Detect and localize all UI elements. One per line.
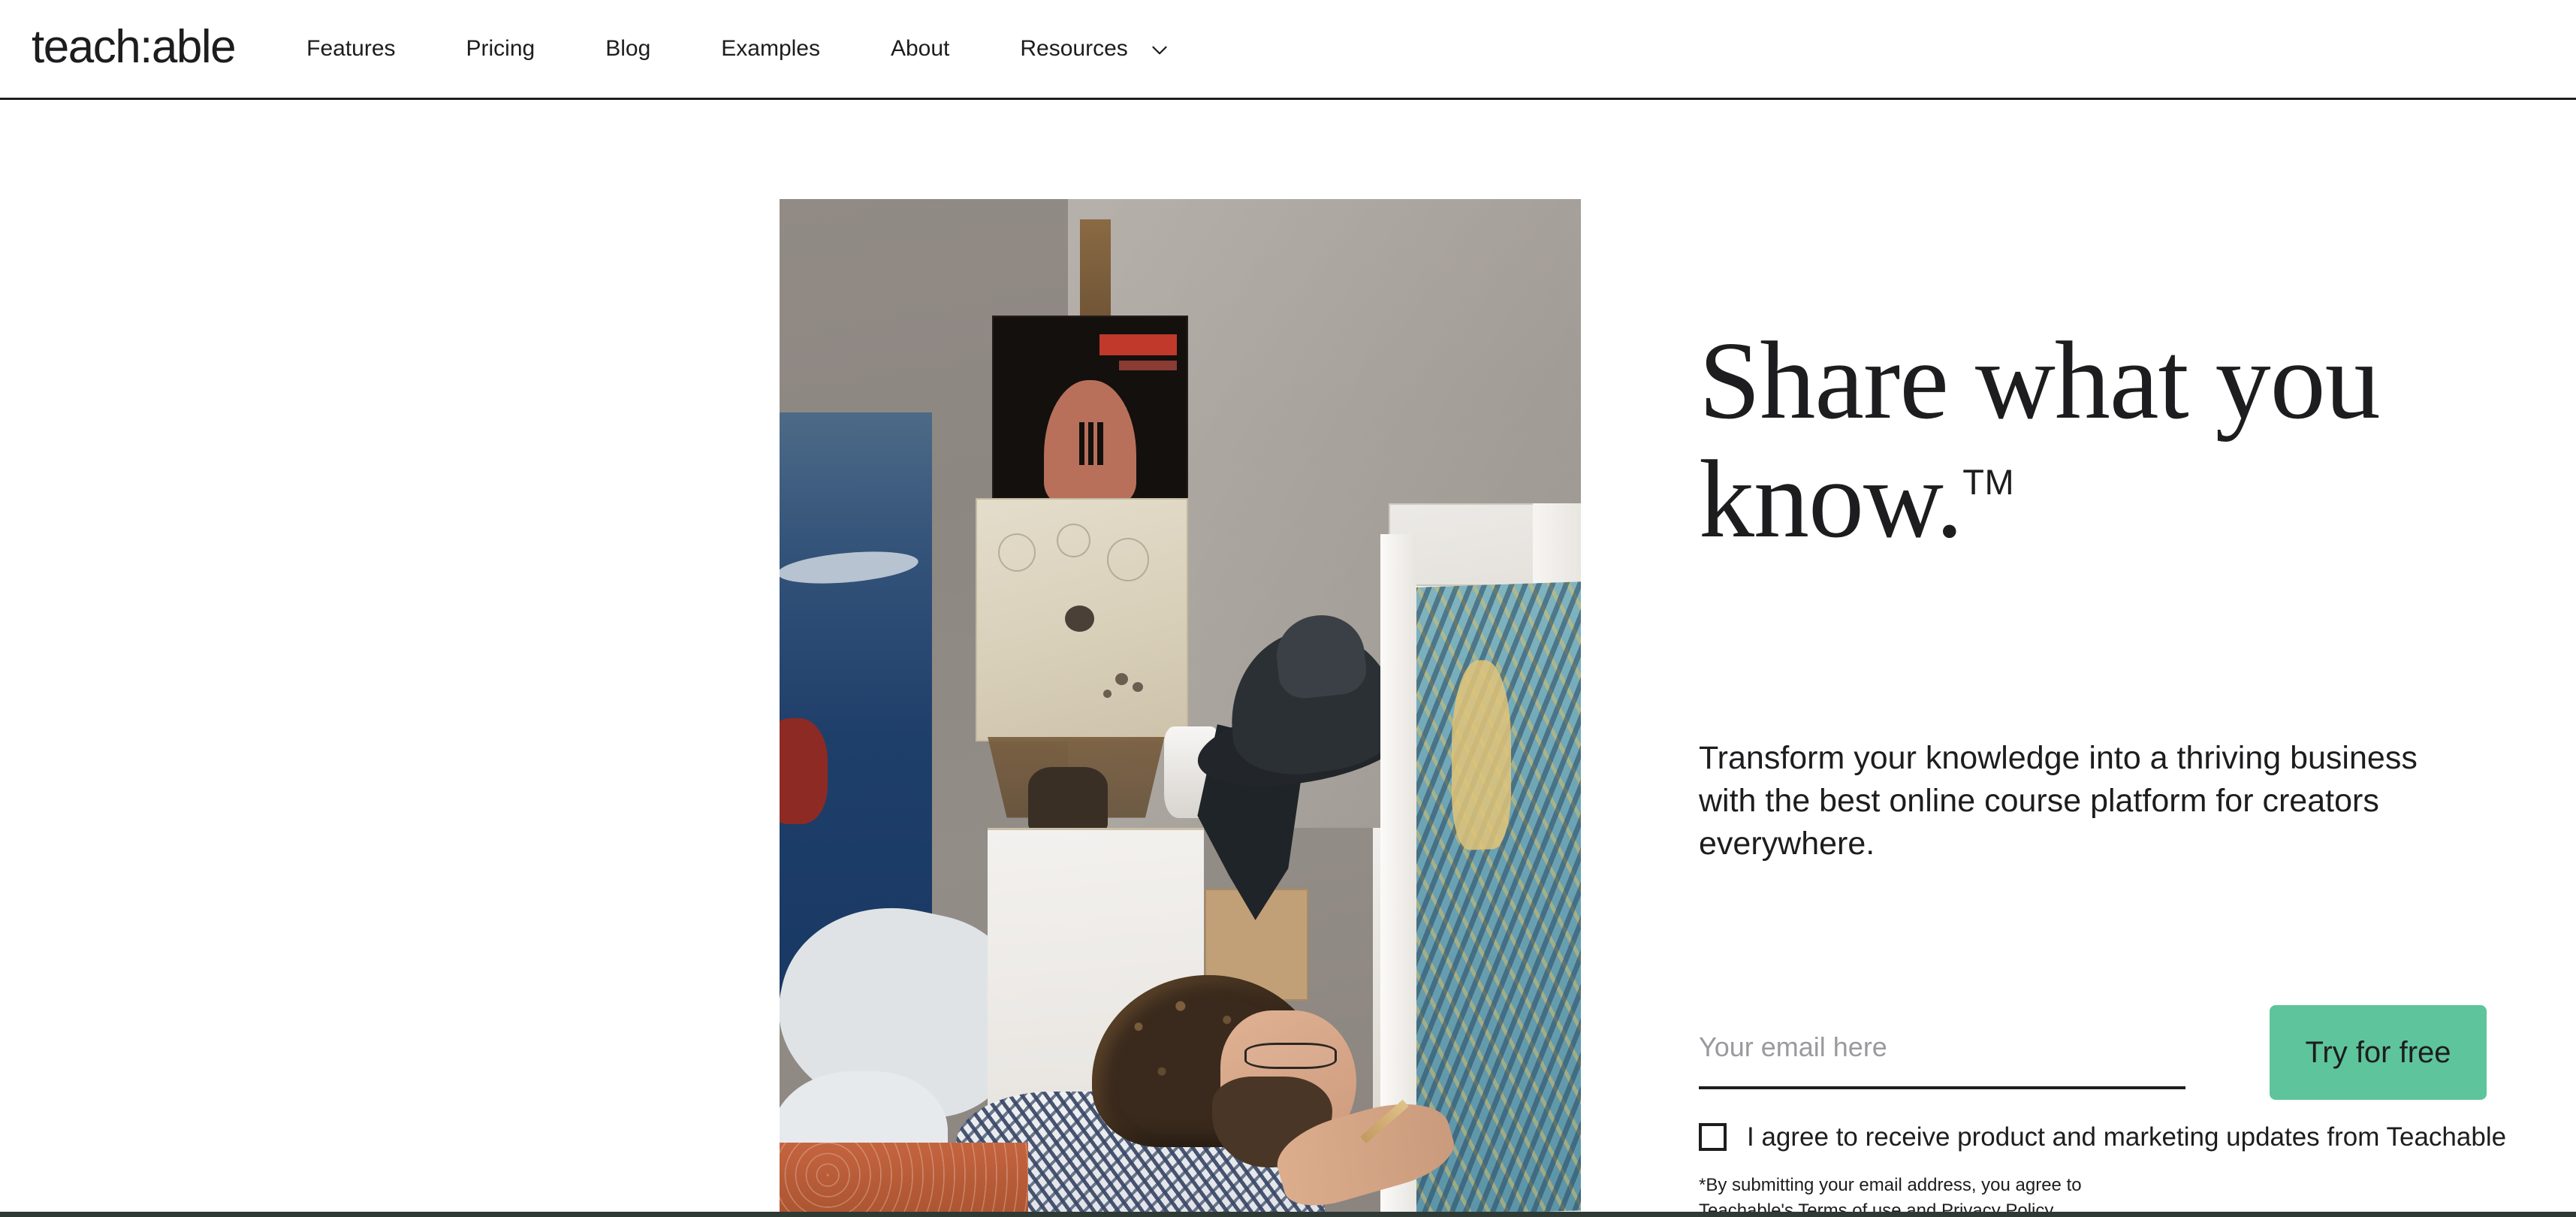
page-root: teach:able Features Pricing Blog Example… [0,0,2576,1217]
hero-section: Share what you know.TM Transform your kn… [0,100,2576,1217]
hero-subheadline: Transform your knowledge into a thriving… [1699,740,2418,862]
cream-canvas-small-dot-3 [1102,690,1112,698]
cream-canvas-dot [1065,605,1095,633]
painting-figure [1451,659,1512,850]
cream-canvas-ring-2 [1057,524,1090,558]
trademark-symbol: TM [1962,462,2015,503]
consent-row: I agree to receive product and marketing… [1699,1123,2506,1151]
nav-item-resources-label: Resources [1020,36,1128,61]
nav-item-pricing[interactable]: Pricing [466,38,535,60]
cream-canvas-small-dot-1 [1115,672,1129,685]
cream-canvas-small-dot-2 [1132,682,1143,693]
cream-canvas-ring-3 [1107,538,1149,582]
hand-gap-1 [1078,422,1085,465]
marketing-consent-label: I agree to receive product and marketing… [1747,1122,2507,1152]
easel-top-post [1080,219,1111,331]
nav-item-resources[interactable]: Resources [1020,36,1172,62]
easel-dark-object [1027,767,1109,833]
poster-hand-graphic [1043,379,1137,506]
nav-item-features[interactable]: Features [306,38,395,60]
chevron-down-icon [1147,38,1172,63]
nav-item-blog[interactable]: Blog [605,38,650,60]
email-input[interactable] [1699,1017,2185,1089]
poster-red-band-2 [1119,361,1178,370]
headline-line-2: know. [1699,438,1963,562]
artist-glasses [1244,1043,1337,1070]
site-header: teach:able Features Pricing Blog Example… [0,0,2576,100]
hand-gap-3 [1097,422,1103,465]
nav-item-examples[interactable]: Examples [721,38,820,60]
hand-poster [991,316,1189,509]
legal-fineprint: *By submitting your email address, you a… [1699,1173,2119,1217]
signup-form: Try for free [1699,1005,2487,1101]
poster-red-band [1099,334,1178,355]
cream-canvas-ring-1 [998,533,1036,572]
hero-image [780,199,1581,1213]
main-navigation: Features Pricing Blog Examples About Res… [306,36,1172,62]
headline-line-1: Share what you [1699,319,2381,442]
nav-item-about[interactable]: About [891,38,949,60]
teachable-logo[interactable]: teach:able [32,24,237,71]
marketing-consent-checkbox[interactable] [1699,1123,1727,1151]
page-title: Share what you know.TM [1699,322,2457,560]
try-for-free-button[interactable]: Try for free [2270,1005,2487,1100]
hand-gap-2 [1087,422,1094,465]
orange-draped-cloth [780,1142,1028,1213]
cream-canvas-artwork [976,498,1189,742]
footer-strip [0,1212,2576,1217]
